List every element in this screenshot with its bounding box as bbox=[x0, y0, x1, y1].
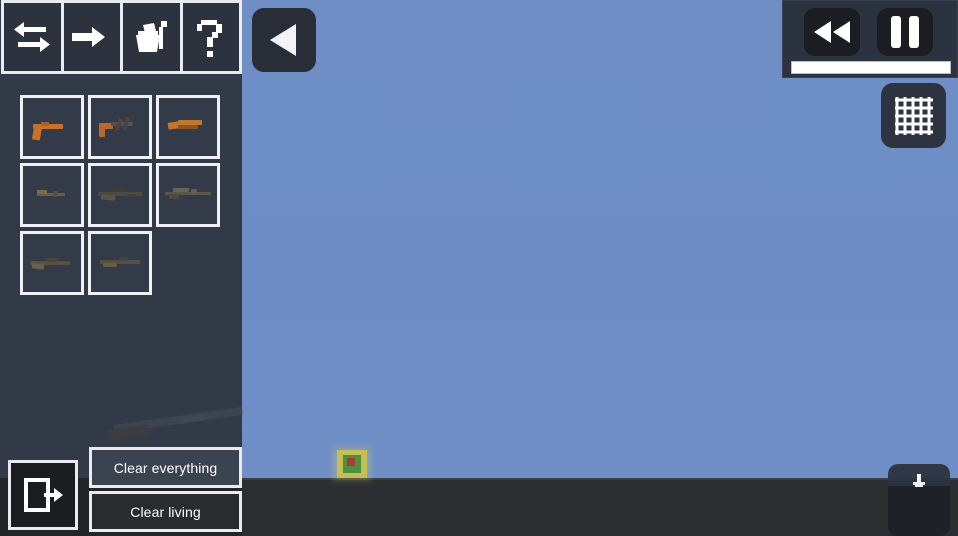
collapse-panel-dim bbox=[888, 486, 950, 536]
grid-toggle-button[interactable] bbox=[881, 83, 946, 148]
top-toolbar bbox=[0, 0, 242, 78]
clear-buttons-group: Clear everything Clear living bbox=[89, 447, 242, 532]
pause-bar-right bbox=[909, 16, 919, 48]
question-mark-icon bbox=[196, 20, 222, 57]
weapon-slot-carbine[interactable] bbox=[20, 163, 84, 227]
clear-living-button[interactable]: Clear living bbox=[89, 491, 242, 532]
spawned-block-entity[interactable] bbox=[333, 447, 371, 481]
time-speed-slider[interactable] bbox=[791, 61, 951, 74]
exit-button[interactable] bbox=[8, 460, 78, 530]
pause-button[interactable] bbox=[877, 8, 933, 56]
smg-icon bbox=[91, 98, 149, 156]
rewind-button[interactable] bbox=[804, 8, 860, 56]
help-tool-button[interactable] bbox=[179, 0, 242, 74]
game-screen: Clear everything Clear living bbox=[0, 0, 958, 536]
sawed-off-shotgun-icon bbox=[159, 98, 217, 156]
entity-mark bbox=[347, 458, 355, 466]
arrow-right-icon bbox=[71, 27, 105, 47]
preview-weapon-silhouette bbox=[104, 406, 244, 448]
paint-tool-button[interactable] bbox=[120, 0, 183, 74]
grid-mesh-icon bbox=[894, 96, 933, 135]
assault-rifle-icon bbox=[91, 166, 149, 224]
battle-rifle-icon bbox=[23, 234, 81, 292]
weapon-slot-marksman-rifle[interactable] bbox=[88, 231, 152, 295]
next-tool-button[interactable] bbox=[60, 0, 123, 74]
rewind-double-triangle-icon bbox=[814, 21, 850, 43]
play-left-triangle-icon bbox=[270, 24, 296, 56]
weapon-slot-battle-rifle[interactable] bbox=[20, 231, 84, 295]
clear-everything-button[interactable]: Clear everything bbox=[89, 447, 242, 488]
preview-stock bbox=[107, 424, 149, 441]
back-button[interactable] bbox=[252, 8, 316, 72]
sniper-rifle-icon bbox=[159, 166, 217, 224]
weapon-slot-smg[interactable] bbox=[88, 95, 152, 159]
swap-arrows-icon bbox=[14, 22, 51, 52]
weapon-grid bbox=[20, 95, 232, 295]
anchor-pin-icon bbox=[913, 474, 925, 487]
preview-barrel bbox=[113, 406, 244, 433]
weapon-slot-assault-rifle[interactable] bbox=[88, 163, 152, 227]
weapon-slot-sawed-off-shotgun[interactable] bbox=[156, 95, 220, 159]
carbine-icon bbox=[23, 166, 81, 224]
marksman-rifle-icon bbox=[91, 234, 149, 292]
swap-tool-button[interactable] bbox=[1, 0, 64, 74]
paint-bucket-icon bbox=[136, 21, 168, 52]
weapon-selection-panel: Clear everything Clear living bbox=[0, 0, 244, 536]
weapon-slot-sniper-rifle[interactable] bbox=[156, 163, 220, 227]
pause-bar-left bbox=[891, 16, 901, 48]
preview-scope bbox=[179, 414, 207, 424]
exit-door-icon bbox=[24, 478, 63, 512]
playback-controls-panel bbox=[782, 0, 958, 78]
pistol-icon bbox=[23, 98, 81, 156]
collapse-panel-button[interactable] bbox=[888, 464, 950, 536]
weapon-slot-pistol[interactable] bbox=[20, 95, 84, 159]
